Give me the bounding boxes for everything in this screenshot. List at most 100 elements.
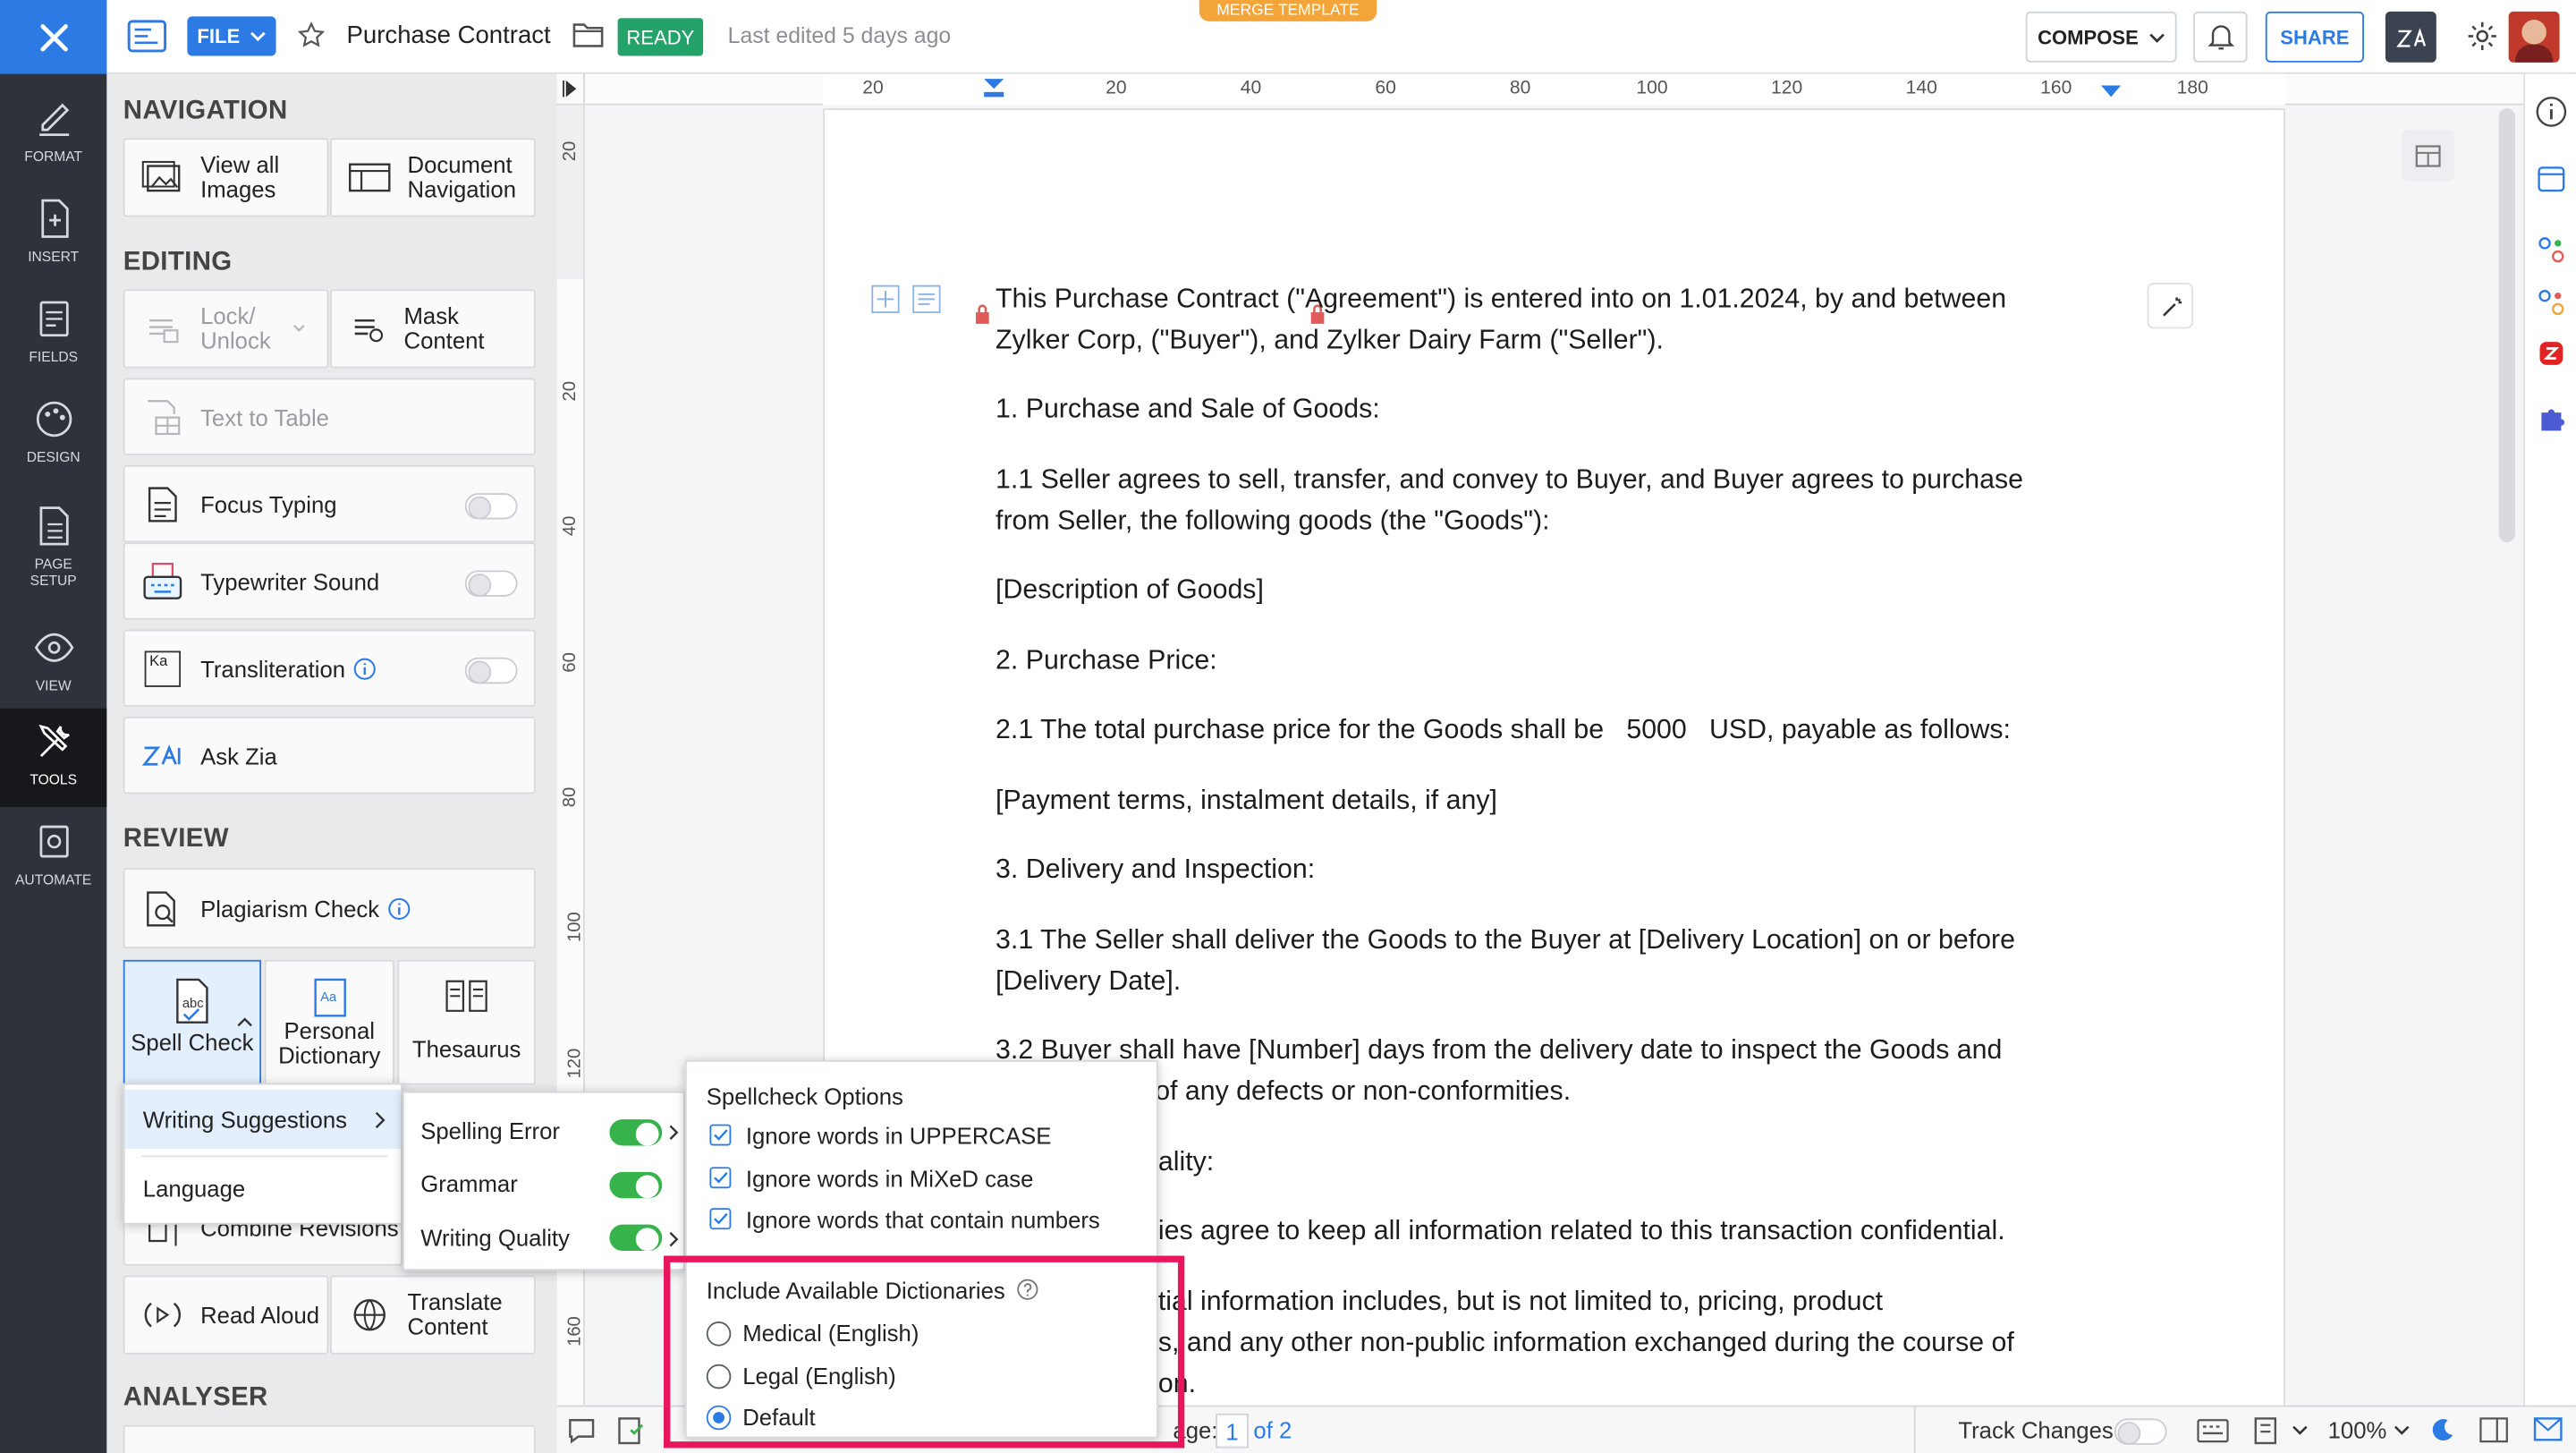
doc-paragraph[interactable]: [Description of Goods] [996,570,1264,611]
numbers-option[interactable]: Ignore words that contain numbers [746,1206,1100,1232]
grammar-toggle[interactable] [609,1171,663,1199]
focus-typing-toggle[interactable] [464,493,518,520]
writing-quality-toggle[interactable] [609,1224,663,1252]
focus-typing-row[interactable]: Focus Typing [123,464,536,543]
document-title[interactable]: Purchase Contract [347,21,551,49]
compose-button[interactable]: COMPOSE [2025,11,2177,63]
page-layout-icon[interactable] [2250,1417,2280,1445]
medical-radio[interactable] [706,1321,732,1347]
rail-view[interactable]: VIEW [0,615,106,713]
medical-dictionary-option[interactable]: Medical (English) [742,1320,919,1346]
right-indent-marker-icon[interactable] [2099,84,2123,99]
rail-fields[interactable]: FIELDS [0,286,106,385]
scrollbar-thumb[interactable] [2498,108,2515,543]
text-to-table-button[interactable]: Text to Table [123,378,536,455]
info-icon[interactable] [2535,96,2568,129]
document-icon[interactable] [126,16,169,55]
block-menu-icon[interactable] [911,285,941,314]
indent-marker-icon[interactable] [982,77,1005,98]
moon-icon[interactable] [2429,1417,2455,1443]
avatar[interactable] [2508,11,2560,63]
rail-insert[interactable]: INSERT [0,186,106,285]
doc-paragraph[interactable]: [Payment terms, instalment details, if a… [996,781,1497,822]
doc-paragraph[interactable]: 3.1 The Seller shall deliver the Goods t… [996,921,2015,962]
info-icon[interactable] [387,896,411,920]
gear-icon[interactable] [2466,20,2499,53]
doc-paragraph[interactable]: This Purchase Contract ("Agreement") is … [996,279,2006,320]
feedback-icon[interactable] [2533,1415,2563,1445]
uppercase-checkbox[interactable] [709,1124,732,1146]
plagiarism-check-button[interactable]: Plagiarism Check [123,867,536,949]
star-icon[interactable] [297,21,326,49]
zoho-icon[interactable] [2537,338,2566,368]
chevron-right-icon[interactable] [669,1125,681,1141]
spell-check-button[interactable]: abc Spell Check [123,959,262,1085]
legal-dictionary-option[interactable]: Legal (English) [742,1363,896,1389]
doc-paragraph[interactable]: [Delivery Date]. [996,962,1181,1003]
doc-paragraph[interactable]: ality: [1158,1143,1214,1184]
rail-automate[interactable]: AUTOMATE [0,809,106,907]
numbers-checkbox[interactable] [709,1208,732,1230]
writing-suggestions-item[interactable]: Writing Suggestions [124,1089,402,1150]
doc-paragraph[interactable]: 1. Purchase and Sale of Goods: [996,389,1380,430]
mask-content-button[interactable]: Mask Content [330,289,536,369]
review-doc-icon[interactable] [616,1415,646,1447]
panel-icon[interactable] [2537,165,2566,194]
typewriter-sound-row[interactable]: Typewriter Sound [123,542,536,620]
analyser-item[interactable] [123,1424,536,1453]
doc-paragraph[interactable]: 3. Delivery and Inspection: [996,850,1315,891]
track-changes-toggle[interactable] [2114,1418,2167,1445]
doc-paragraph[interactable]: 1.1 Seller agrees to sell, transfer, and… [996,460,2023,501]
uppercase-option[interactable]: Ignore words in UPPERCASE [746,1123,1052,1149]
keyboard-icon[interactable] [2197,1418,2230,1443]
rail-page-setup[interactable]: PAGE SETUP [0,493,106,601]
doc-paragraph[interactable]: of any defects or non-conformities. [1155,1072,1571,1113]
close-icon[interactable] [0,0,107,74]
info-icon[interactable] [353,657,377,680]
layout-toggle-button[interactable] [2402,130,2455,182]
doc-paragraph[interactable]: Zylker Corp, ("Buyer"), and Zylker Dairy… [996,320,1664,361]
document-navigation-button[interactable]: Document Navigation [330,138,536,217]
typewriter-sound-toggle[interactable] [464,570,518,597]
mixed-case-checkbox[interactable] [709,1167,732,1189]
transliteration-toggle[interactable] [464,657,518,684]
help-icon[interactable] [1017,1279,1038,1300]
folder-icon[interactable] [572,20,605,49]
doc-paragraph[interactable]: ies agree to keep all information relate… [1158,1211,2005,1253]
doc-paragraph[interactable]: 2.1 The total purchase price for the Goo… [996,710,2011,752]
mixed-case-option[interactable]: Ignore words in MiXeD case [746,1166,1034,1192]
doc-paragraph[interactable]: on. [1158,1364,1196,1406]
translate-content-button[interactable]: Translate Content [330,1275,536,1355]
chevron-right-icon[interactable] [669,1231,681,1247]
doc-paragraph[interactable]: from Seller, the following goods (the "G… [996,501,1550,542]
transliteration-row[interactable]: Ka Transliteration [123,629,536,707]
horizontal-ruler[interactable]: 20 20 40 60 80 100 120 140 160 180 [584,73,2576,106]
thesaurus-button[interactable]: Thesaurus [397,959,536,1085]
rail-tools[interactable]: TOOLS [0,708,107,808]
integration-icon[interactable] [2537,287,2566,317]
ruler-toggle[interactable] [556,73,585,106]
split-view-icon[interactable] [2479,1417,2509,1443]
integration-icon[interactable] [2537,235,2566,265]
merge-template-badge[interactable]: MERGE TEMPLATE [1199,0,1377,21]
chevron-down-icon[interactable] [2394,1425,2410,1437]
default-radio[interactable] [706,1405,732,1431]
comment-icon[interactable] [567,1417,597,1445]
extensions-icon[interactable] [2537,403,2566,432]
doc-paragraph[interactable]: 2. Purchase Price: [996,641,1217,682]
notifications-button[interactable] [2192,11,2248,63]
share-button[interactable]: SHARE [2265,11,2365,63]
zoom-level[interactable]: 100% [2328,1417,2387,1443]
file-menu-button[interactable]: FILE [187,16,276,56]
magic-wand-button[interactable] [2147,282,2193,329]
rail-format[interactable]: FORMAT [0,86,106,184]
default-dictionary-option[interactable]: Default [742,1404,815,1430]
zia-button[interactable] [2385,11,2436,63]
chevron-down-icon[interactable] [2292,1425,2308,1437]
doc-paragraph[interactable]: s, and any other non-public information … [1158,1323,2014,1364]
page-number-input[interactable]: 1 [1216,1413,1249,1449]
view-all-images-button[interactable]: View all Images [123,138,329,217]
personal-dictionary-button[interactable]: Aa Personal Dictionary [264,959,394,1085]
read-aloud-button[interactable]: Read Aloud [123,1275,329,1355]
lock-unlock-button[interactable]: Lock/ Unlock [123,289,329,369]
